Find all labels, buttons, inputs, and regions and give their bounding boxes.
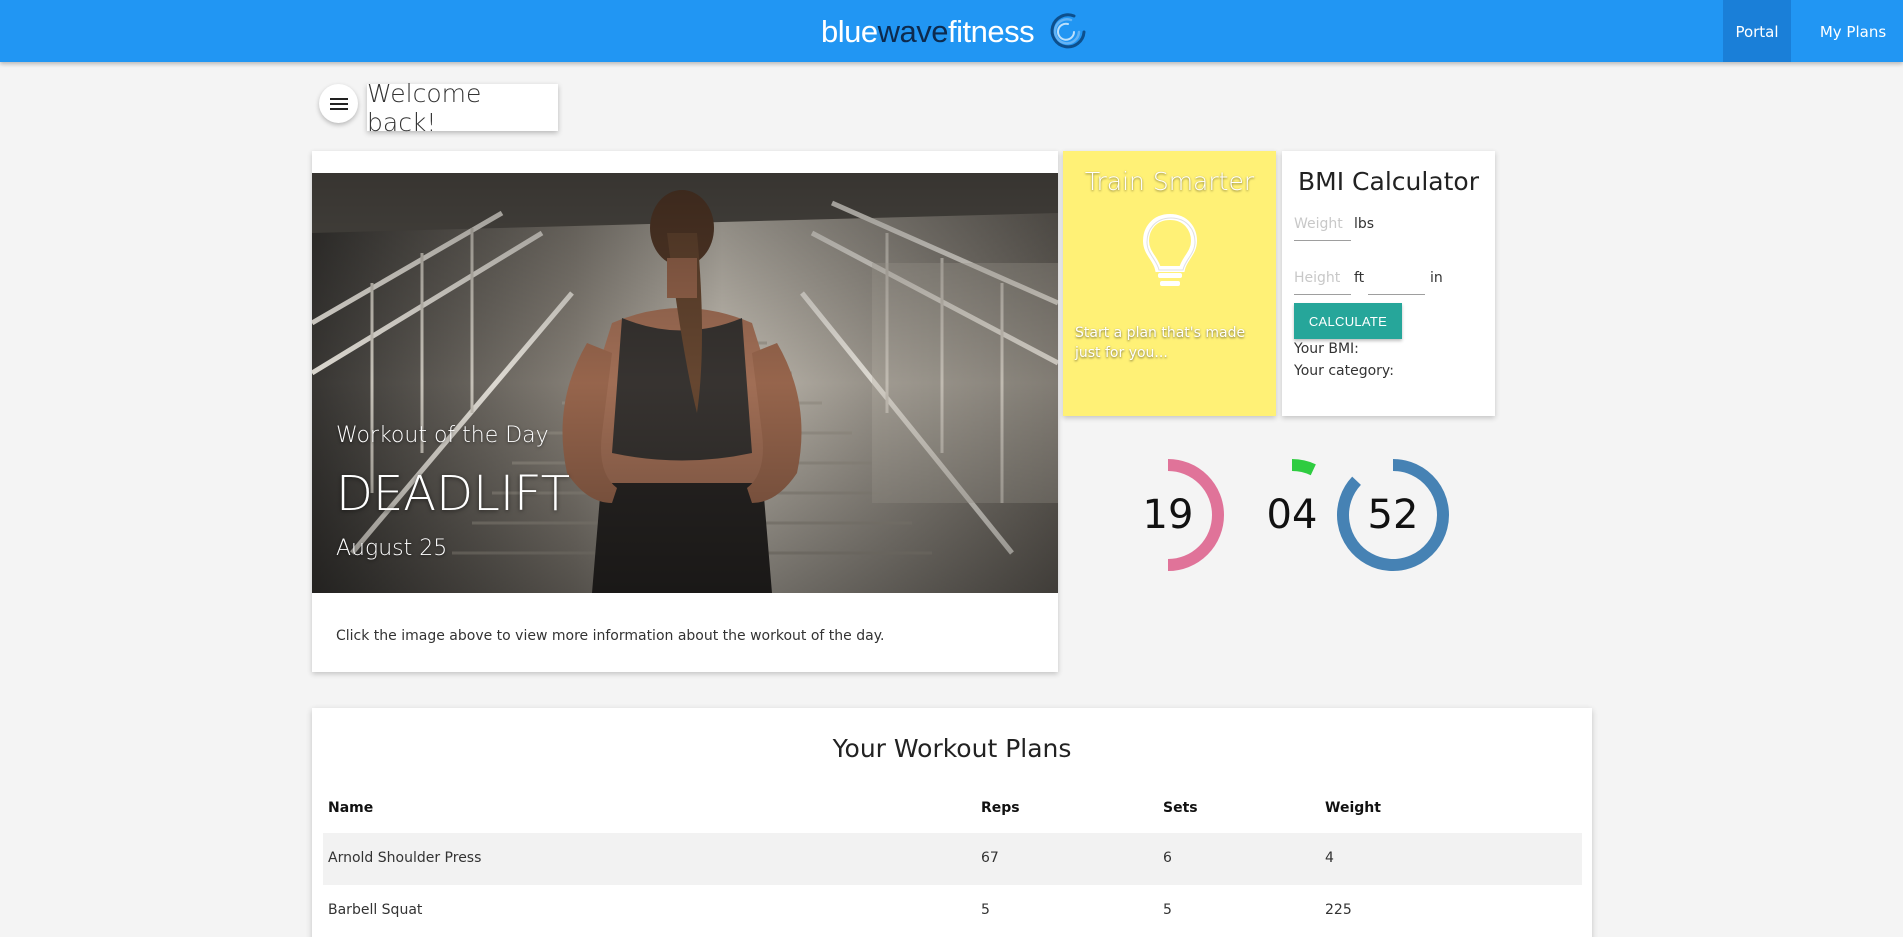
bmi-calculator-card: BMI Calculator lbs ft in CALCULATE Your … [1282, 151, 1495, 416]
table-row[interactable]: Arnold Shoulder Press 67 6 4 [323, 833, 1582, 885]
menu-button[interactable] [319, 84, 358, 123]
cell-name: Arnold Shoulder Press [328, 850, 482, 866]
bmi-height-ft-input[interactable] [1294, 263, 1351, 293]
cell-weight: 4 [1325, 850, 1334, 866]
bmi-title: BMI Calculator [1298, 167, 1479, 196]
cell-sets: 6 [1163, 850, 1172, 866]
countdown-seconds-value: 52 [1367, 492, 1419, 538]
calculate-button[interactable]: CALCULATE [1294, 303, 1402, 339]
bmi-height-unit-ft: ft [1354, 270, 1365, 286]
brand-logo-link[interactable]: blue wave fitness [821, 10, 1088, 54]
train-smarter-text: Start a plan that's made just for you... [1075, 325, 1246, 361]
workout-plans-title: Your Workout Plans [832, 734, 1072, 763]
cell-weight: 225 [1325, 902, 1352, 918]
lightbulb-icon [1142, 213, 1198, 286]
column-header-sets: Sets [1163, 800, 1198, 816]
column-header-name: Name [328, 800, 374, 816]
bmi-weight-field-wrap [1294, 209, 1351, 241]
wod-subtitle: Workout of the Day [336, 423, 549, 448]
hamburger-menu-icon [329, 97, 348, 110]
bmi-weight-unit: lbs [1354, 216, 1375, 232]
countdown-hours-value: 19 [1142, 492, 1194, 538]
workout-of-the-day-card: Workout of the Day DEADLIFT August 25 Cl… [312, 151, 1058, 672]
countdown-ring-seconds: 52 [1333, 455, 1453, 575]
nav-portal-link[interactable]: Portal [1723, 0, 1791, 62]
train-smarter-title: Train Smarter [1084, 167, 1255, 196]
brand-text-blue: blue [821, 14, 878, 49]
top-navbar: blue wave fitness Portal My Plans [0, 0, 1903, 62]
brand-text-fitness: fitness [947, 14, 1035, 49]
cell-reps: 67 [981, 850, 999, 866]
bmi-height-field-wrap [1294, 263, 1351, 295]
table-row[interactable]: Barbell Squat 5 5 225 [323, 885, 1582, 937]
nav-my-plans-link[interactable]: My Plans [1803, 0, 1903, 62]
countdown-ring-hours: 19 [1108, 455, 1228, 575]
wod-title: DEADLIFT [336, 466, 571, 522]
welcome-banner: Welcome back! [367, 79, 558, 137]
bmi-height-in-input[interactable] [1368, 263, 1425, 293]
cell-name: Barbell Squat [328, 902, 423, 918]
wave-logo-icon [1050, 13, 1086, 49]
bmi-height-in-field-wrap [1368, 263, 1425, 295]
wod-description: Click the image above to view more infor… [336, 628, 885, 644]
cell-reps: 5 [981, 902, 990, 918]
bmi-result-label: Your BMI: [1294, 341, 1359, 357]
brand-text-wave: wave [877, 14, 949, 49]
bmi-weight-input[interactable] [1294, 209, 1351, 239]
column-header-reps: Reps [981, 800, 1020, 816]
wod-date: August 25 [336, 536, 448, 561]
column-header-weight: Weight [1325, 800, 1381, 816]
bmi-height-unit-in: in [1430, 270, 1443, 286]
workout-plans-card: Your Workout Plans Name Reps Sets Weight… [312, 708, 1592, 937]
cell-sets: 5 [1163, 902, 1172, 918]
workout-of-the-day-image[interactable]: Workout of the Day DEADLIFT August 25 [312, 173, 1058, 593]
athlete-on-stairs-photo [312, 173, 1058, 593]
bmi-category-label: Your category: [1294, 363, 1394, 379]
train-smarter-card[interactable]: Train Smarter Start a plan that's made j… [1063, 151, 1276, 416]
